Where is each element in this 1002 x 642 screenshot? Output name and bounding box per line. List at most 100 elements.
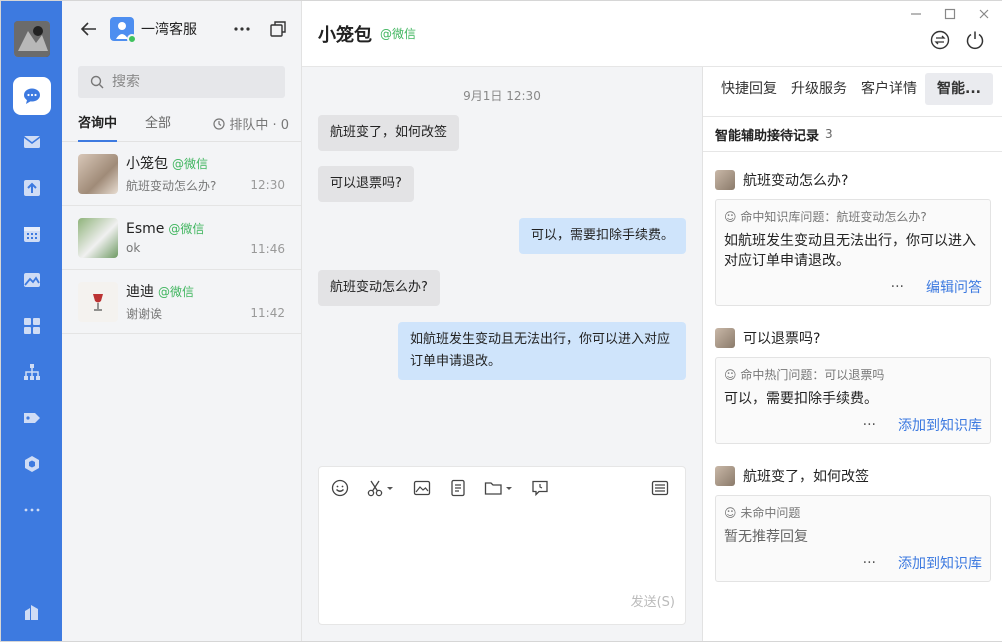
session-item[interactable]: 小笼包 @微信 航班变动怎么办? 12:30 <box>62 142 301 206</box>
smile-icon: ☺ <box>724 505 737 520</box>
session-tabs: 咨询中 全部 排队中 · 0 <box>62 106 301 142</box>
minimize-icon <box>911 13 921 15</box>
emoji-icon <box>331 479 349 497</box>
record-hit: 命中知识库问题：航班变动怎么办? <box>740 210 927 224</box>
nav-cube[interactable] <box>13 445 51 483</box>
nav-mail[interactable] <box>13 123 51 161</box>
image-button[interactable] <box>411 477 433 499</box>
tab-smart-assist[interactable]: 智能... <box>925 73 993 105</box>
nav-calendar[interactable] <box>13 215 51 253</box>
tab-quick-reply[interactable]: 快捷回复 <box>715 73 783 105</box>
folder-icon <box>484 482 512 495</box>
assist-panel: 快捷回复 升级服务 客户详情 智能... 智能辅助接待记录 3 航班变动怎么办?… <box>702 1 1002 641</box>
record-more-button[interactable]: ··· <box>863 555 876 571</box>
record-more-button[interactable]: ··· <box>863 417 876 433</box>
session-name: Esme <box>126 221 165 237</box>
nav-upload[interactable] <box>13 169 51 207</box>
nav-gallery[interactable] <box>13 261 51 299</box>
record-more-button[interactable]: ··· <box>891 279 904 295</box>
assist-record: 航班变动怎么办? ☺ 命中知识库问题：航班变动怎么办? 如航班发生变动且无法出行… <box>715 169 991 306</box>
upload-icon <box>24 180 40 196</box>
record-hit: 未命中问题 <box>740 506 801 520</box>
add-to-kb-button[interactable]: 添加到知识库 <box>898 415 982 435</box>
tab-customer-detail[interactable]: 客户详情 <box>855 73 923 105</box>
back-arrow-icon[interactable] <box>78 18 100 40</box>
record-answer: 如航班发生变动且无法出行，你可以进入对应订单申请退改。 <box>724 233 976 269</box>
customer-avatar <box>715 466 735 486</box>
message-bubble-outgoing: 如航班发生变动且无法出行，你可以进入对应订单申请退改。 <box>398 322 686 380</box>
panel-title: 智能辅助接待记录 3 <box>703 116 1002 152</box>
smile-icon: ☺ <box>724 367 737 382</box>
minimize-button[interactable] <box>899 5 933 23</box>
session-channel: @微信 <box>168 222 205 236</box>
send-button[interactable]: 发送(S) <box>631 591 675 610</box>
chat-title: 小笼包 <box>318 24 372 46</box>
search-box[interactable] <box>78 66 285 98</box>
more-icon <box>24 508 40 512</box>
queue-label: 排队中 · 0 <box>229 118 289 133</box>
emoji-button[interactable] <box>329 477 351 499</box>
new-window-button[interactable] <box>267 18 289 40</box>
search-icon <box>90 75 104 89</box>
session-time: 11:46 <box>250 242 285 256</box>
chat-header: 小笼包 @微信 <box>302 1 1002 67</box>
nav-org[interactable] <box>13 353 51 391</box>
panel-title-text: 智能辅助接待记录 <box>715 128 820 144</box>
nav-chat[interactable] <box>13 77 51 115</box>
close-button[interactable] <box>967 5 1001 23</box>
ellipsis-icon <box>234 27 250 31</box>
power-icon[interactable] <box>964 29 986 51</box>
more-options-button[interactable] <box>231 18 253 40</box>
add-to-kb-button[interactable]: 添加到知识库 <box>898 553 982 573</box>
record-question: 航班变了，如何改签 <box>743 469 869 485</box>
assist-record: 可以退票吗? ☺ 命中热门问题：可以退票吗 可以，需要扣除手续费。 ··· 添加到… <box>715 327 991 444</box>
message-list: 9月1日 12:30 <box>302 67 702 104</box>
nav-building[interactable] <box>13 593 51 631</box>
assist-record: 航班变了，如何改签 ☺ 未命中问题 暂无推荐回复 ··· 添加到知识库 <box>715 465 991 582</box>
quick-list-button[interactable] <box>649 477 671 499</box>
session-time: 12:30 <box>250 178 285 192</box>
nav-tag[interactable] <box>13 399 51 437</box>
clock-icon <box>213 117 225 130</box>
session-channel: @微信 <box>158 285 195 299</box>
image-icon <box>24 273 40 287</box>
online-status-dot <box>127 34 137 44</box>
search-input[interactable] <box>112 74 272 90</box>
record-card: ☺ 命中热门问题：可以退票吗 可以，需要扣除手续费。 ··· 添加到知识库 <box>715 357 991 444</box>
screenshot-button[interactable] <box>365 477 397 499</box>
window-controls <box>899 5 1001 23</box>
customer-avatar <box>715 170 735 190</box>
calendar-icon <box>24 227 40 242</box>
nav-more[interactable] <box>13 491 51 529</box>
message-bubble-outgoing: 可以，需要扣除手续费。 <box>518 218 686 254</box>
message-bubble-incoming: 航班变动怎么办? <box>318 270 440 306</box>
close-icon <box>979 9 989 19</box>
session-avatar <box>78 153 118 194</box>
session-item[interactable]: Esme @微信 ok 11:46 <box>62 206 301 270</box>
session-avatar <box>78 217 118 258</box>
record-question: 航班变动怎么办? <box>743 173 849 189</box>
mail-icon <box>23 136 41 148</box>
session-time: 11:42 <box>250 306 285 320</box>
message-bubble-incoming: 航班变了，如何改签 <box>318 115 460 151</box>
maximize-button[interactable] <box>933 5 967 23</box>
wine-glass-icon <box>93 293 103 311</box>
nav-apps[interactable] <box>13 307 51 345</box>
record-answer: 暂无推荐回复 <box>724 529 808 545</box>
session-name: 迪迪 <box>126 284 154 300</box>
queue-indicator[interactable]: 排队中 · 0 <box>213 114 289 133</box>
user-avatar[interactable] <box>14 21 50 57</box>
transfer-chat-icon[interactable] <box>929 29 951 51</box>
document-button[interactable] <box>447 477 469 499</box>
copy-window-icon <box>270 21 286 37</box>
folder-button[interactable] <box>483 477 515 499</box>
message-composer[interactable]: 发送(S) <box>318 466 686 625</box>
smile-icon: ☺ <box>724 209 737 224</box>
session-item[interactable]: 迪迪 @微信 谢谢诶 11:42 <box>62 270 301 334</box>
tab-upgrade-service[interactable]: 升级服务 <box>785 73 853 105</box>
account-avatar[interactable] <box>110 17 137 44</box>
history-button[interactable] <box>529 477 551 499</box>
tab-all[interactable]: 全部 <box>145 106 171 142</box>
tab-consulting[interactable]: 咨询中 <box>78 106 118 142</box>
edit-qa-button[interactable]: 编辑问答 <box>926 277 982 297</box>
